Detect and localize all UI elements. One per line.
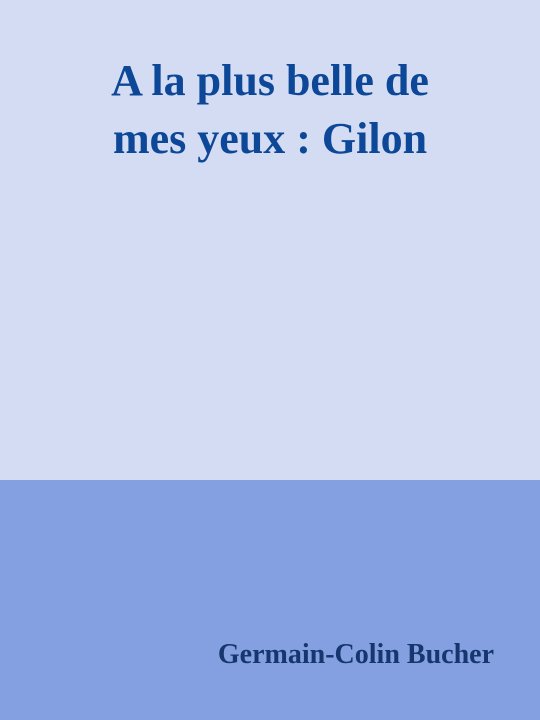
book-cover: A la plus belle de mes yeux : Gilon Germ…	[0, 0, 540, 720]
cover-top-panel: A la plus belle de mes yeux : Gilon	[0, 0, 540, 480]
title-line-1: A la plus belle de	[111, 56, 429, 105]
book-author: Germain-Colin Bucher	[217, 639, 494, 670]
book-title: A la plus belle de mes yeux : Gilon	[20, 52, 520, 168]
cover-bottom-panel	[0, 480, 540, 720]
title-line-2: mes yeux : Gilon	[112, 114, 428, 163]
